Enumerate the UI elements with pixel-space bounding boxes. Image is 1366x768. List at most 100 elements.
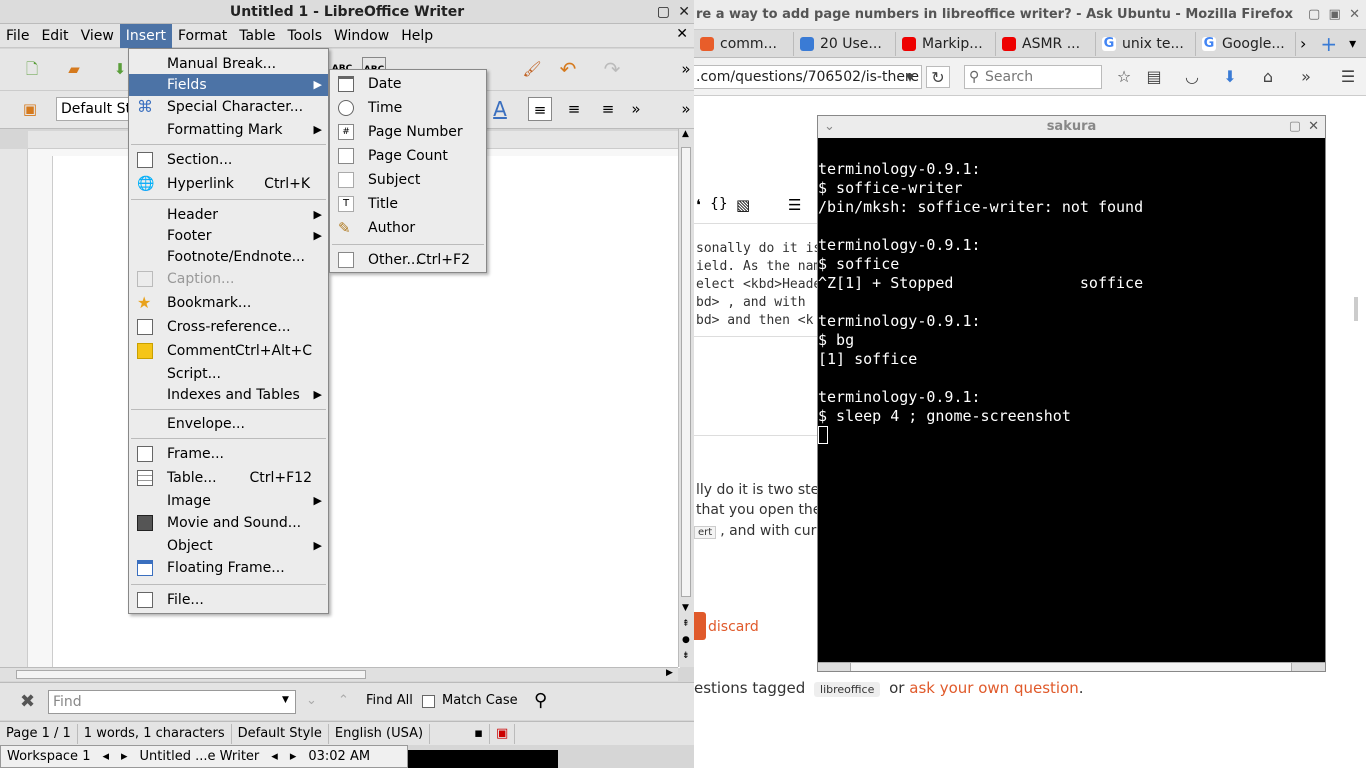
navigation-icon[interactable]: ● bbox=[682, 635, 690, 645]
post-answer-button[interactable] bbox=[694, 612, 706, 640]
open-icon[interactable]: ▰ bbox=[62, 57, 86, 81]
overflow-icon[interactable]: » bbox=[1294, 66, 1318, 88]
menu-item-page-count[interactable]: Page Count bbox=[330, 145, 486, 167]
menu-item-date[interactable]: Date bbox=[330, 73, 486, 95]
previous-window-icon[interactable]: ◂ bbox=[265, 749, 284, 764]
find-history-icon[interactable]: ▼ bbox=[282, 695, 289, 705]
page-scrollbar[interactable] bbox=[1354, 297, 1358, 321]
find-next-icon[interactable]: ⌄ bbox=[306, 693, 317, 708]
menu-item-frame[interactable]: Frame... bbox=[129, 443, 328, 465]
menu-item-bookmark[interactable]: ★ Bookmark... bbox=[129, 292, 328, 314]
minimize-icon[interactable]: ▢ bbox=[1308, 7, 1320, 22]
menu-table[interactable]: Table bbox=[233, 24, 281, 48]
page-count-status[interactable]: Page 1 / 1 bbox=[0, 723, 78, 744]
maximize-icon[interactable]: ▣ bbox=[1329, 7, 1341, 22]
menu-item-footnote[interactable]: Footnote/Endnote... bbox=[129, 246, 328, 268]
discard-link[interactable]: discard bbox=[708, 619, 759, 635]
scrollbar-thumb[interactable] bbox=[681, 147, 691, 597]
scroll-right-icon[interactable]: ▶ bbox=[666, 668, 673, 678]
menu-item-special-character[interactable]: ⌘ Special Character... bbox=[129, 96, 328, 118]
menu-item-other-fields[interactable]: Other... Ctrl+F2 bbox=[330, 249, 486, 271]
terminal-output[interactable]: terminology-0.9.1: $ soffice-writer/bin/m… bbox=[818, 138, 1325, 662]
menu-window[interactable]: Window bbox=[328, 24, 395, 48]
find-all-button[interactable]: Find All bbox=[366, 693, 413, 708]
align-left-icon[interactable]: ≡ bbox=[528, 97, 552, 121]
browser-tab[interactable]: Markip... bbox=[896, 31, 996, 56]
menu-item-cross-reference[interactable]: Cross-reference... bbox=[129, 316, 328, 338]
menu-item-floating-frame[interactable]: Floating Frame... bbox=[129, 557, 328, 579]
close-icon[interactable]: ✕ bbox=[1349, 7, 1360, 22]
menu-item-envelope[interactable]: Envelope... bbox=[129, 413, 328, 435]
tag-badge[interactable]: libreoffice bbox=[814, 682, 881, 697]
url-dropdown-icon[interactable]: ▾ bbox=[898, 66, 922, 88]
bookmark-star-icon[interactable]: ☆ bbox=[1112, 66, 1136, 88]
menu-item-movie-sound[interactable]: Movie and Sound... bbox=[129, 512, 328, 534]
menu-file[interactable]: File bbox=[0, 24, 35, 48]
insert-mode-icon[interactable]: ▪ bbox=[430, 723, 491, 744]
menu-item-header[interactable]: Header ▶ bbox=[129, 204, 328, 226]
new-tab-icon[interactable]: + bbox=[1320, 32, 1337, 56]
menu-format[interactable]: Format bbox=[172, 24, 233, 48]
scrollbar-thumb[interactable] bbox=[16, 670, 366, 679]
menu-item-object[interactable]: Object ▶ bbox=[129, 535, 328, 557]
browser-tab[interactable]: Gunix te... bbox=[1096, 31, 1196, 56]
close-document-icon[interactable]: ✕ bbox=[676, 26, 688, 42]
align-right-icon[interactable]: ≡ bbox=[596, 97, 620, 121]
find-previous-icon[interactable]: ⌃ bbox=[338, 693, 349, 708]
menu-item-formatting-mark[interactable]: Formatting Mark ▶ bbox=[129, 119, 328, 141]
menu-item-file[interactable]: File... bbox=[129, 589, 328, 611]
blockquote-icon[interactable]: ❛ bbox=[696, 196, 701, 214]
scroll-up-icon[interactable]: ▲ bbox=[682, 129, 689, 139]
menu-insert[interactable]: Insert bbox=[119, 23, 172, 48]
next-workspace-icon[interactable]: ▸ bbox=[115, 749, 134, 764]
vertical-scrollbar[interactable]: ▲ ▼ ⇞ ● ⇟ bbox=[678, 129, 694, 667]
new-document-icon[interactable]: 🗋 bbox=[20, 57, 44, 81]
word-count-status[interactable]: 1 words, 1 characters bbox=[78, 723, 232, 744]
find-replace-icon[interactable]: ⚲ bbox=[534, 690, 547, 711]
close-icon[interactable]: ✕ bbox=[1308, 116, 1319, 138]
next-window-icon[interactable]: ▸ bbox=[284, 749, 303, 764]
menu-item-footer[interactable]: Footer ▶ bbox=[129, 225, 328, 247]
menu-item-fields[interactable]: Fields ▶ bbox=[129, 74, 328, 96]
menu-item-author[interactable]: ✎ Author bbox=[330, 217, 486, 239]
browser-tab[interactable]: 20 Use... bbox=[794, 31, 896, 56]
paragraph-style-select[interactable]: Default St bbox=[56, 97, 136, 121]
home-icon[interactable]: ⌂ bbox=[1256, 66, 1280, 88]
menu-item-image[interactable]: Image ▶ bbox=[129, 490, 328, 512]
menu-item-time[interactable]: Time bbox=[330, 97, 486, 119]
menu-item-hyperlink[interactable]: 🌐 Hyperlink Ctrl+K bbox=[129, 173, 328, 195]
terminal-scrollbar[interactable] bbox=[818, 662, 1325, 671]
image-icon[interactable]: ▧ bbox=[736, 196, 750, 214]
language-status[interactable]: English (USA) bbox=[329, 723, 431, 744]
match-case-checkbox[interactable] bbox=[422, 695, 435, 708]
previous-page-icon[interactable]: ⇞ bbox=[682, 619, 690, 629]
page-style-status[interactable]: Default Style bbox=[232, 723, 329, 744]
menu-item-page-number[interactable]: # Page Number bbox=[330, 121, 486, 143]
browser-tab[interactable]: comm... bbox=[694, 31, 794, 56]
reload-icon[interactable]: ↻ bbox=[926, 66, 950, 88]
taskbar-window-title[interactable]: Untitled ...e Writer bbox=[134, 749, 266, 764]
redo-icon[interactable]: ↷ bbox=[600, 57, 624, 81]
scroll-down-icon[interactable]: ▼ bbox=[682, 603, 689, 613]
workspace-label[interactable]: Workspace 1 bbox=[1, 749, 96, 764]
maximize-icon[interactable]: ▢ bbox=[1289, 116, 1301, 138]
browser-tab[interactable]: ASMR ... bbox=[996, 31, 1096, 56]
hamburger-menu-icon[interactable]: ☰ bbox=[1336, 66, 1360, 88]
close-icon[interactable]: ✕ bbox=[678, 0, 690, 24]
menu-help[interactable]: Help bbox=[395, 24, 439, 48]
window-menu-icon[interactable]: ⌄ bbox=[824, 116, 835, 138]
answer-editor[interactable]: sonally do it is ield. As the nam elect … bbox=[694, 237, 821, 337]
reader-view-icon[interactable]: ▤ bbox=[1142, 66, 1166, 88]
ask-question-link[interactable]: ask your own question bbox=[909, 679, 1078, 697]
styles-icon[interactable]: ▣ bbox=[18, 97, 42, 121]
vertical-ruler[interactable] bbox=[0, 149, 28, 667]
menu-item-manual-break[interactable]: Manual Break... bbox=[129, 53, 328, 75]
previous-workspace-icon[interactable]: ◂ bbox=[96, 749, 115, 764]
close-find-icon[interactable]: ✖ bbox=[20, 691, 35, 712]
menu-item-table[interactable]: Table... Ctrl+F12 bbox=[129, 467, 328, 489]
pocket-icon[interactable]: ◡ bbox=[1180, 66, 1204, 88]
menu-item-section[interactable]: Section... bbox=[129, 149, 328, 171]
menu-item-script[interactable]: Script... bbox=[129, 363, 328, 385]
document-modified-icon[interactable]: ▣ bbox=[490, 723, 516, 744]
scrollbar-thumb[interactable] bbox=[850, 663, 1292, 671]
